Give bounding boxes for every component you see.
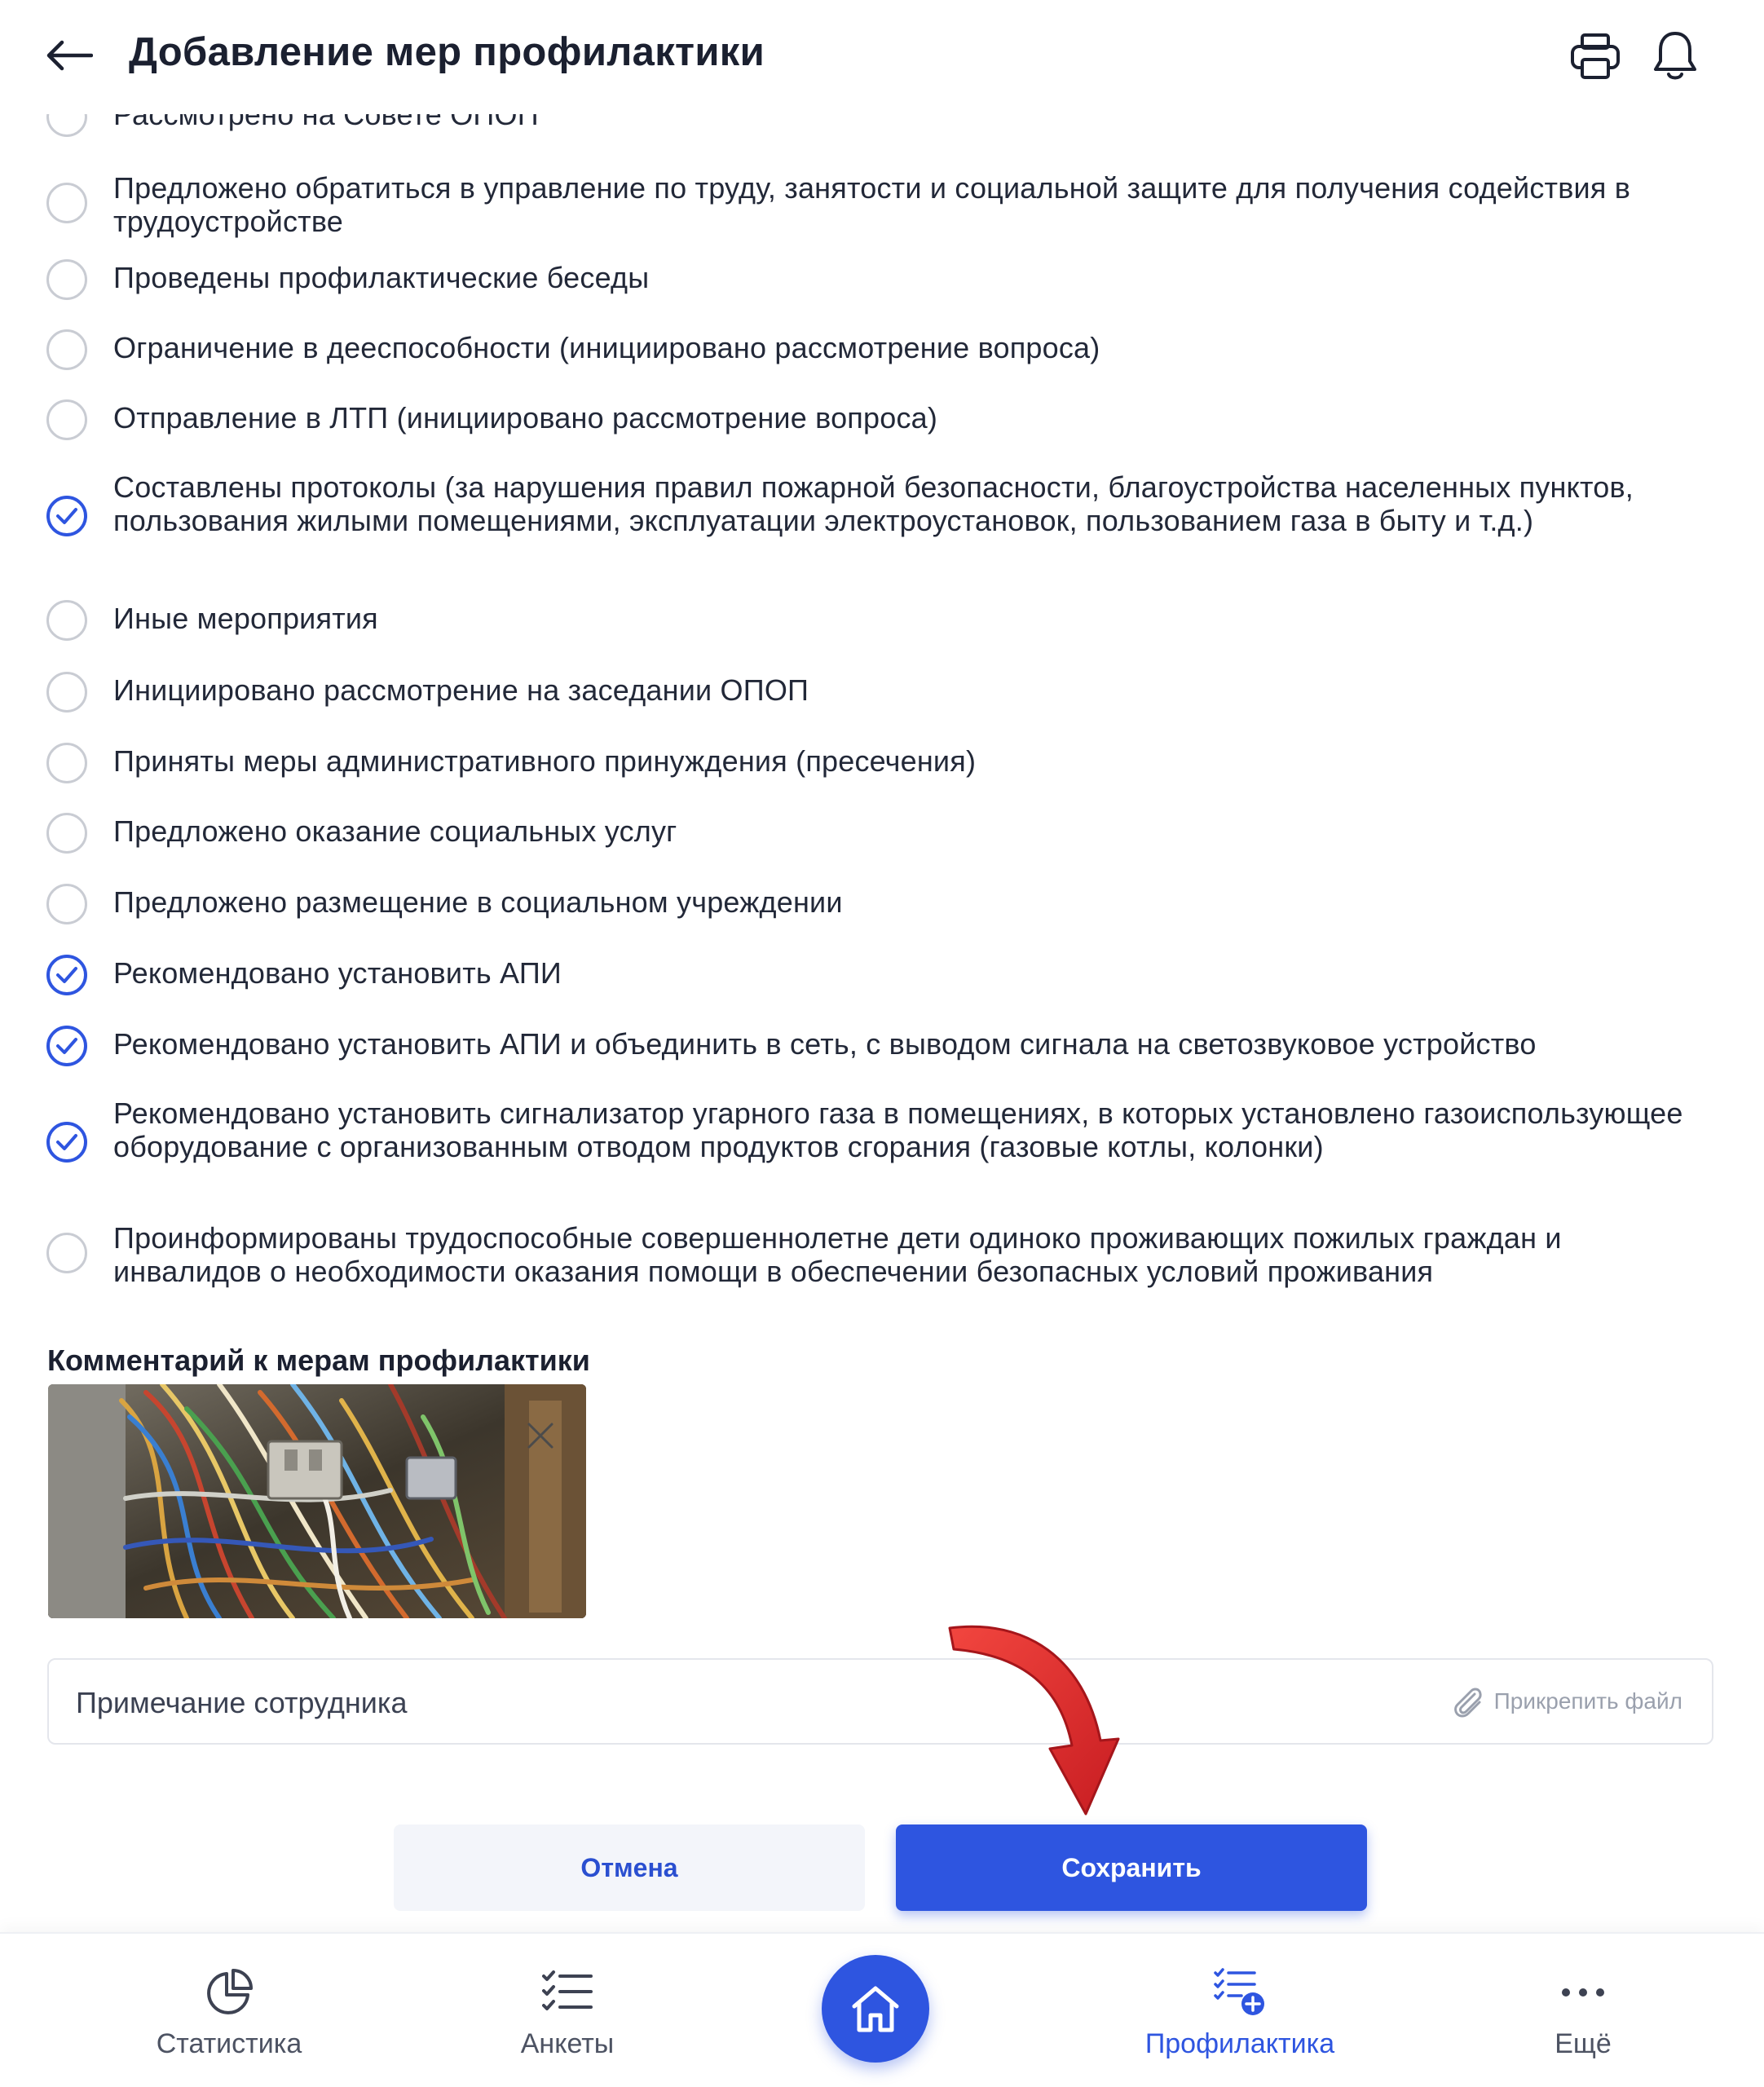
radio-checked-icon[interactable] <box>46 1026 87 1066</box>
radio-unchecked-icon[interactable] <box>46 329 87 370</box>
measure-option-label: Отправление в ЛТП (инициировано рассмотр… <box>113 401 938 435</box>
nav-label-more: Ещё <box>1555 2028 1612 2059</box>
measure-option-label: Приняты меры административного принужден… <box>113 744 977 778</box>
measure-option-label: Рекомендовано установить сигнализатор уг… <box>113 1096 1683 1163</box>
measure-option-label: Предложено размещение в социальном учреж… <box>113 885 843 919</box>
cancel-button[interactable]: Отмена <box>394 1824 865 1911</box>
measure-option-label: Рекомендовано установить АПИ <box>113 956 562 990</box>
radio-unchecked-icon[interactable] <box>46 399 87 440</box>
nav-item-prevention[interactable]: Профилактика <box>1118 1934 1362 2087</box>
nav-label-questionnaires: Анкеты <box>520 2028 615 2059</box>
measure-option-label: Предложено обратиться в управление по тр… <box>113 171 1631 238</box>
arrow-left-icon <box>46 40 93 71</box>
close-icon <box>527 1423 553 1449</box>
notifications-button[interactable] <box>1645 26 1705 86</box>
radio-unchecked-icon[interactable] <box>46 743 87 783</box>
checklist-icon <box>538 1963 597 2022</box>
radio-unchecked-icon[interactable] <box>46 884 87 924</box>
measure-option-label: Иные мероприятия <box>113 602 378 635</box>
measure-option-label: Составлены протоколы (за нарушения прави… <box>113 470 1634 537</box>
nav-label-statistics: Статистика <box>156 2028 302 2059</box>
measure-option-label: Проинформированы трудоспособные совершен… <box>113 1221 1562 1288</box>
home-icon <box>852 1986 899 2032</box>
remove-photo-button[interactable] <box>512 1407 569 1464</box>
radio-unchecked-icon[interactable] <box>46 183 87 223</box>
radio-unchecked-icon[interactable] <box>46 672 87 713</box>
radio-checked-icon[interactable] <box>46 955 87 995</box>
more-dots-icon <box>1554 1963 1612 2022</box>
pie-chart-icon <box>200 1963 258 2022</box>
attach-file-label: Прикрепить файл <box>1493 1688 1682 1714</box>
note-placeholder: Примечание сотрудника <box>76 1686 408 1719</box>
radio-unchecked-icon[interactable] <box>46 813 87 854</box>
home-button[interactable] <box>822 1955 929 2063</box>
nav-item-questionnaires[interactable]: Анкеты <box>445 1934 690 2087</box>
nav-item-statistics[interactable]: Статистика <box>107 1934 351 2087</box>
measure-option-label: Рекомендовано установить АПИ и объединит… <box>113 1027 1537 1061</box>
nav-label-prevention: Профилактика <box>1144 2028 1335 2059</box>
measures-list: Рассмотрено на Совете ОПОП Предложено обр… <box>0 102 1764 1308</box>
radio-unchecked-icon[interactable] <box>46 600 87 641</box>
attached-photo[interactable] <box>48 1384 586 1618</box>
printer-icon <box>1571 33 1620 79</box>
page-title: Добавление мер профилактики <box>129 30 765 74</box>
comment-label: Комментарий к мерам профилактики <box>47 1344 590 1377</box>
radio-unchecked-icon[interactable] <box>46 1233 87 1273</box>
nav-item-more[interactable]: Ещё <box>1461 1934 1705 2087</box>
checklist-add-icon <box>1211 1963 1269 2022</box>
measure-option-label: Ограничение в дееспособности (инициирова… <box>113 331 1100 364</box>
measure-option-label: Предложено оказание социальных услуг <box>113 814 677 848</box>
back-button[interactable] <box>41 31 98 80</box>
measure-option-label: Инициировано рассмотрение на заседании О… <box>113 673 809 707</box>
radio-checked-icon[interactable] <box>46 1122 87 1163</box>
radio-checked-icon[interactable] <box>46 496 87 536</box>
employee-note-field[interactable]: Примечание сотрудника Прикрепить файл <box>47 1658 1713 1745</box>
measure-option-label: Проведены профилактические беседы <box>113 261 650 294</box>
bell-icon <box>1654 32 1696 80</box>
paperclip-icon <box>1453 1688 1482 1718</box>
wires-photo-image <box>48 1384 586 1618</box>
save-button[interactable]: Сохранить <box>896 1824 1367 1911</box>
attach-file-button[interactable]: Прикрепить файл <box>1450 1684 1682 1719</box>
top-bar: Добавление мер профилактики <box>0 0 1764 114</box>
print-button[interactable] <box>1565 26 1625 86</box>
radio-unchecked-icon[interactable] <box>46 259 87 300</box>
